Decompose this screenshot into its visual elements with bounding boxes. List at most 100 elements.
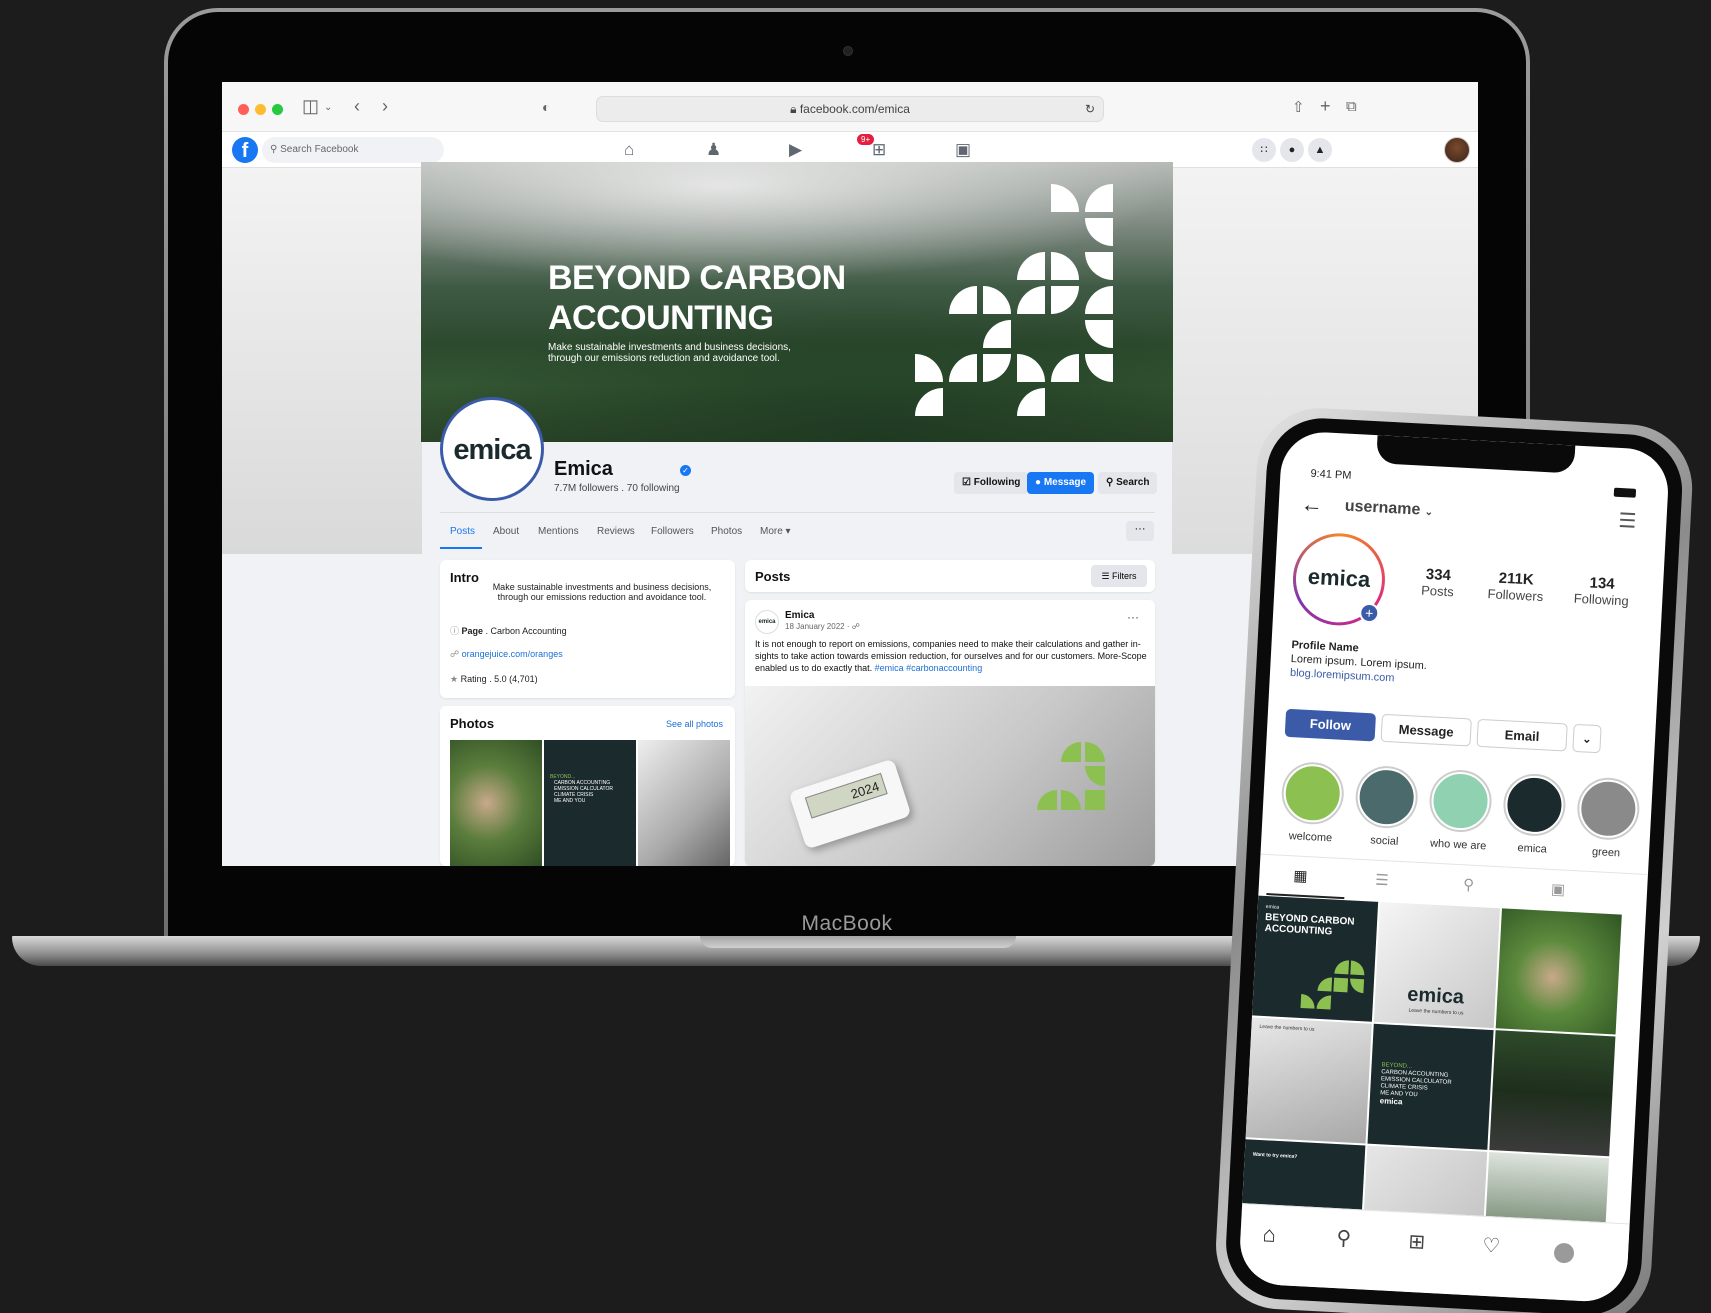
lock-icon: 🔒︎ — [790, 102, 797, 116]
grid-icon[interactable]: ▦ — [1293, 866, 1308, 885]
back-arrow-icon[interactable]: ← — [1300, 491, 1323, 518]
highlight-emica[interactable] — [1503, 774, 1565, 836]
back-icon[interactable]: ‹ — [354, 96, 360, 117]
more-options-icon[interactable]: ⌄ — [1572, 723, 1602, 754]
chevron-down-icon[interactable]: ⌄ — [324, 102, 332, 113]
location-pin-icon[interactable]: ⚲ — [1463, 875, 1475, 894]
heart-icon[interactable]: ♡ — [1482, 1233, 1501, 1259]
tabs-overview-icon[interactable]: ⧉ — [1346, 98, 1357, 115]
share-icon[interactable]: ⇧ — [1292, 98, 1305, 116]
address-bar[interactable]: 🔒︎ facebook.com/emica ↻ — [596, 96, 1104, 122]
facebook-search-input[interactable]: ⚲ Search Facebook — [262, 137, 444, 163]
highlight-label: green — [1591, 845, 1621, 860]
sidebar-toggle-icon[interactable]: ◫ — [302, 96, 319, 117]
hamburger-menu-icon[interactable]: ☰ — [1618, 508, 1637, 534]
home-icon[interactable]: ⌂ — [624, 140, 634, 160]
grid-post[interactable]: Leave the numbers to us — [1245, 1017, 1372, 1144]
webcam — [843, 46, 853, 56]
marketplace-icon[interactable]: ⊞ — [872, 140, 886, 160]
stat-posts[interactable]: 334 Posts — [1402, 565, 1474, 601]
cover-headline: BEYOND CARBON ACCOUNTING — [548, 259, 846, 337]
post-date[interactable]: 18 January 2022 · ☍ — [785, 622, 860, 631]
battery-icon — [1613, 487, 1637, 498]
add-story-icon[interactable]: + — [1358, 602, 1380, 624]
intro-page-row: ⓘ Page . Carbon Accounting — [450, 626, 567, 636]
tab-photos[interactable]: Photos — [711, 526, 742, 537]
user-avatar[interactable] — [1444, 137, 1470, 163]
reload-icon[interactable]: ↻ — [1085, 97, 1095, 121]
website-link[interactable]: orangejuice.com/oranges — [462, 649, 563, 659]
tab-posts[interactable]: Posts — [450, 526, 475, 537]
photo-thumbnail[interactable] — [450, 740, 542, 866]
zoom-window-button[interactable] — [272, 104, 283, 115]
verified-badge-icon: ✓ — [680, 465, 691, 476]
post-image[interactable]: 2024 — [745, 686, 1155, 866]
notifications-bell-icon[interactable]: ▲ — [1308, 138, 1332, 162]
cover-subline: Make sustainable investments and busines… — [548, 342, 791, 364]
close-window-button[interactable] — [238, 104, 249, 115]
email-button[interactable]: Email — [1476, 718, 1568, 752]
grid-post[interactable]: BEYOND... CARBON ACCOUNTING EMISSION CAL… — [1367, 1023, 1494, 1150]
minimize-window-button[interactable] — [255, 104, 266, 115]
new-tab-icon[interactable]: + — [1320, 96, 1331, 117]
menu-grid-icon[interactable]: ∷ — [1252, 138, 1276, 162]
grid-post[interactable] — [1495, 908, 1622, 1035]
stat-followers[interactable]: 211K Followers — [1474, 569, 1558, 605]
hashtag-link[interactable]: #carbonaccounting — [906, 663, 982, 673]
intro-website-row: ☍ orangejuice.com/oranges — [450, 649, 563, 660]
message-button[interactable]: ● Message — [1027, 472, 1095, 494]
following-button[interactable]: ☑ Following — [954, 472, 1029, 494]
filter-icon: ☰ — [1101, 571, 1110, 581]
groups-icon[interactable]: ▣ — [955, 140, 971, 160]
tagged-icon[interactable]: ▣ — [1551, 880, 1566, 899]
grid-post[interactable]: emica Leave the numbers to us — [1373, 901, 1500, 1029]
tab-about[interactable]: About — [493, 526, 519, 537]
messenger-icon: ● — [1035, 477, 1042, 488]
page-profile-picture[interactable]: emica — [440, 397, 544, 501]
messenger-icon[interactable]: ● — [1280, 138, 1304, 162]
highlight-green[interactable] — [1577, 778, 1639, 840]
search-icon[interactable]: ⚲ — [1336, 1225, 1352, 1251]
post-author-avatar[interactable]: emica — [755, 610, 779, 634]
profile-avatar-icon[interactable] — [1553, 1242, 1575, 1264]
ig-message-button[interactable]: Message — [1380, 713, 1472, 747]
tab-more[interactable]: More ▾ — [760, 526, 791, 537]
post-menu-button[interactable]: ··· — [1127, 610, 1139, 624]
cover-photo[interactable]: BEYOND CARBON ACCOUNTING Make sustainabl… — [421, 162, 1173, 442]
forward-icon[interactable]: › — [382, 96, 388, 117]
username-title[interactable]: username ⌄ — [1344, 498, 1433, 521]
see-all-photos-link[interactable]: See all photos — [666, 719, 723, 729]
highlight-social[interactable] — [1356, 766, 1418, 828]
add-post-icon[interactable]: ⊞ — [1408, 1229, 1426, 1255]
hashtag-link[interactable]: #emica — [875, 663, 904, 673]
highlight-who-we-are[interactable] — [1430, 770, 1492, 832]
page-name[interactable]: Emica — [554, 458, 613, 481]
post-author-name[interactable]: Emica — [785, 610, 814, 621]
posts-title: Posts — [755, 569, 791, 584]
stat-following[interactable]: 134 Following — [1560, 573, 1644, 609]
highlight-welcome[interactable] — [1282, 762, 1344, 824]
filters-button[interactable]: ☰ Filters — [1091, 565, 1147, 587]
post-card: emica Emica 18 January 2022 · ☍ ··· It i… — [745, 600, 1155, 866]
watch-icon[interactable]: ▶ — [789, 140, 802, 160]
photo-thumbnail[interactable] — [638, 740, 730, 866]
page-search-button[interactable]: ⚲ Search — [1098, 472, 1158, 494]
page-stats[interactable]: 7.7M followers . 70 following — [554, 483, 680, 494]
list-icon[interactable]: ☰ — [1375, 871, 1389, 890]
friends-icon[interactable]: ♟ — [706, 140, 721, 160]
photo-thumbnail[interactable]: BEYOND... CARBON ACCOUNTING EMISSION CAL… — [544, 740, 636, 866]
shield-icon[interactable]: ◐ — [542, 99, 550, 115]
search-icon: ⚲ — [270, 144, 278, 155]
grid-post[interactable]: emica BEYOND CARBON ACCOUNTING — [1252, 895, 1379, 1022]
tab-mentions[interactable]: Mentions — [538, 526, 579, 537]
facebook-logo-icon[interactable]: f — [232, 137, 258, 163]
home-icon[interactable]: ⌂ — [1262, 1221, 1277, 1248]
grid-post[interactable] — [1489, 1030, 1616, 1157]
star-icon: ★ — [450, 674, 459, 684]
page-options-button[interactable]: ··· — [1126, 521, 1154, 541]
tab-followers[interactable]: Followers — [651, 526, 694, 537]
highlight-label: welcome — [1288, 830, 1333, 845]
follow-button[interactable]: Follow — [1284, 708, 1377, 742]
tab-reviews[interactable]: Reviews — [597, 526, 635, 537]
check-icon: ☑ — [962, 477, 971, 488]
